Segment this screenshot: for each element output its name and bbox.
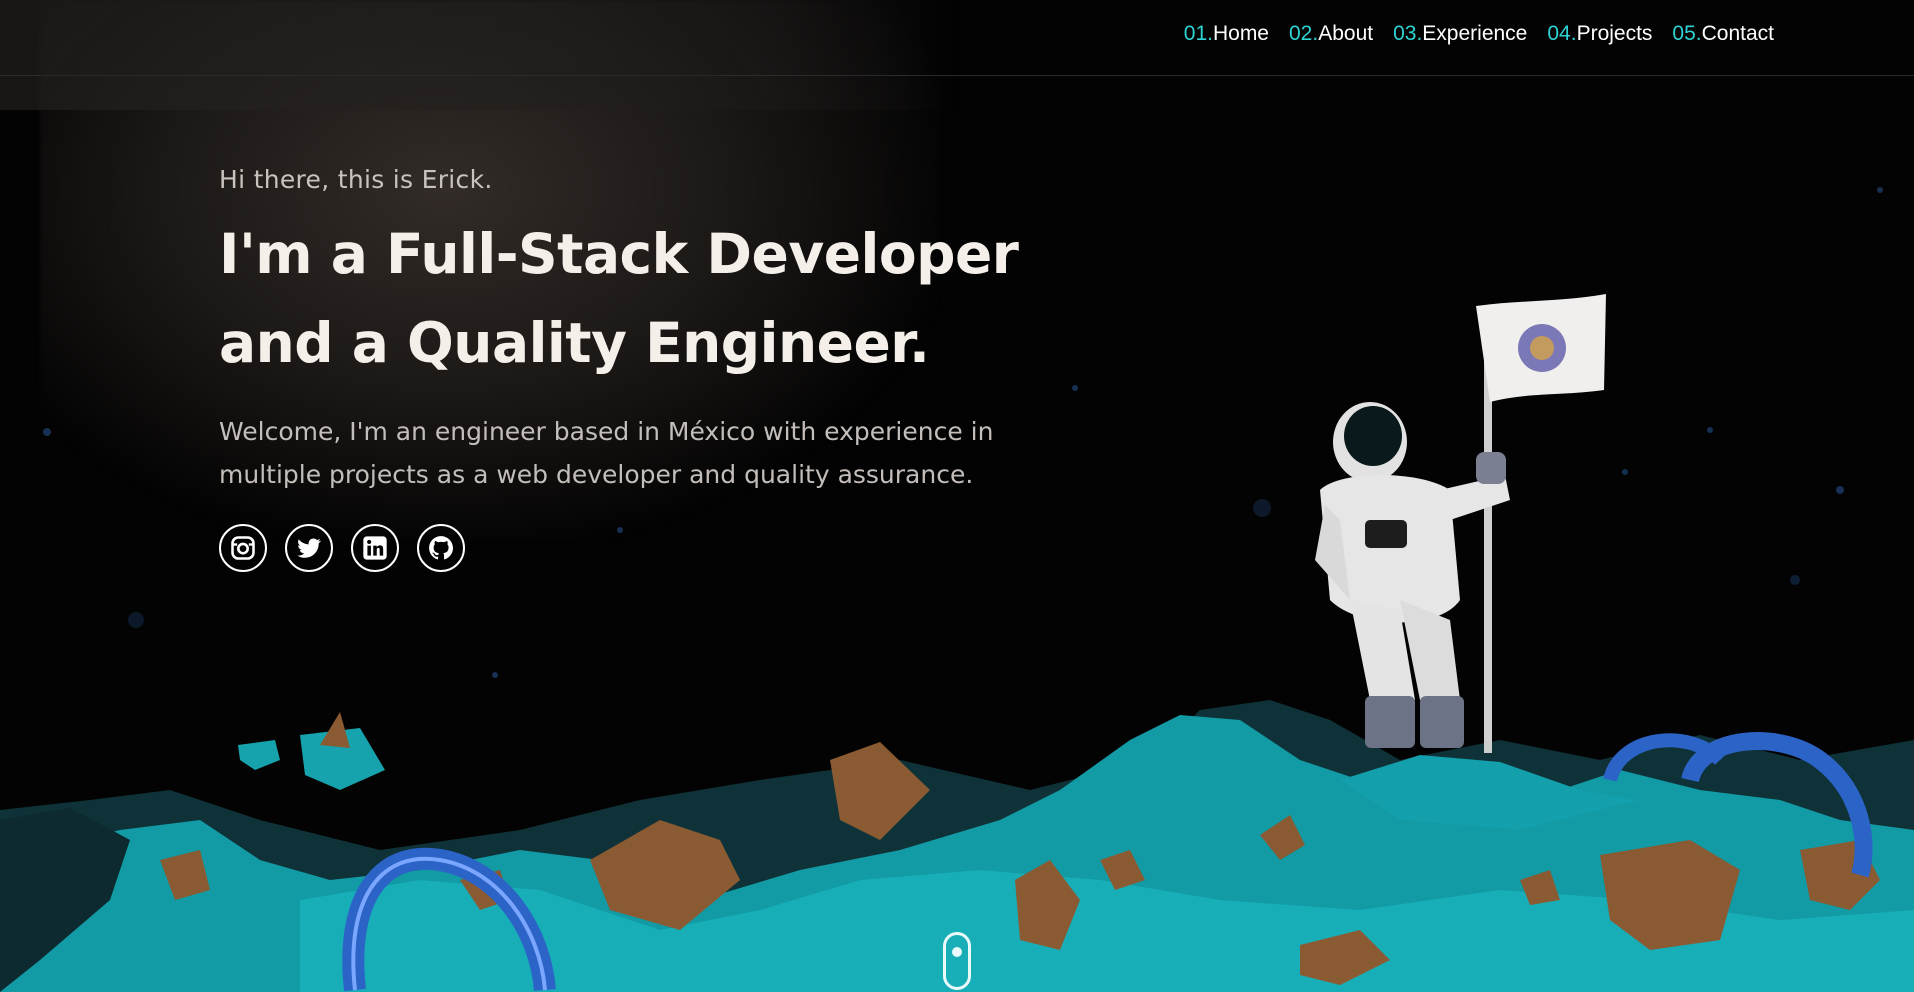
nav-item-contact[interactable]: 05.Contact bbox=[1672, 22, 1774, 46]
astronaut bbox=[1315, 402, 1510, 748]
headline-line-1: I'm a Full-Stack Developer bbox=[219, 222, 1019, 286]
nav-item-projects[interactable]: 04.Projects bbox=[1547, 22, 1652, 46]
nav-item-home[interactable]: 01.Home bbox=[1184, 22, 1269, 46]
github-link[interactable] bbox=[417, 524, 465, 572]
social-links bbox=[219, 524, 1119, 572]
twitter-icon bbox=[297, 538, 322, 558]
headline-line-2: and a Quality Engineer. bbox=[219, 311, 930, 375]
flag bbox=[1476, 294, 1606, 753]
instagram-link[interactable] bbox=[219, 524, 267, 572]
linkedin-icon bbox=[363, 536, 387, 560]
twitter-link[interactable] bbox=[285, 524, 333, 572]
nav-item-experience[interactable]: 03.Experience bbox=[1393, 22, 1527, 46]
greeting-text: Hi there, this is Erick. bbox=[219, 165, 493, 194]
hero-section: Hi there, this is Erick. I'm a Full-Stac… bbox=[219, 165, 1119, 572]
floating-islands bbox=[238, 712, 385, 790]
nav-list: 01.Home 02.About 03.Experience 04.Projec… bbox=[1184, 22, 1774, 46]
welcome-text: Welcome, I'm an engineer based in México… bbox=[219, 417, 994, 489]
scroll-indicator-dot bbox=[952, 947, 962, 957]
scroll-indicator[interactable] bbox=[943, 932, 971, 990]
github-icon bbox=[429, 536, 454, 560]
headline: I'm a Full-Stack Developer and a Quality… bbox=[219, 210, 1119, 388]
instagram-icon bbox=[231, 536, 255, 560]
linkedin-link[interactable] bbox=[351, 524, 399, 572]
top-navigation: 01.Home 02.About 03.Experience 04.Projec… bbox=[0, 0, 1914, 76]
nav-item-about[interactable]: 02.About bbox=[1289, 22, 1373, 46]
